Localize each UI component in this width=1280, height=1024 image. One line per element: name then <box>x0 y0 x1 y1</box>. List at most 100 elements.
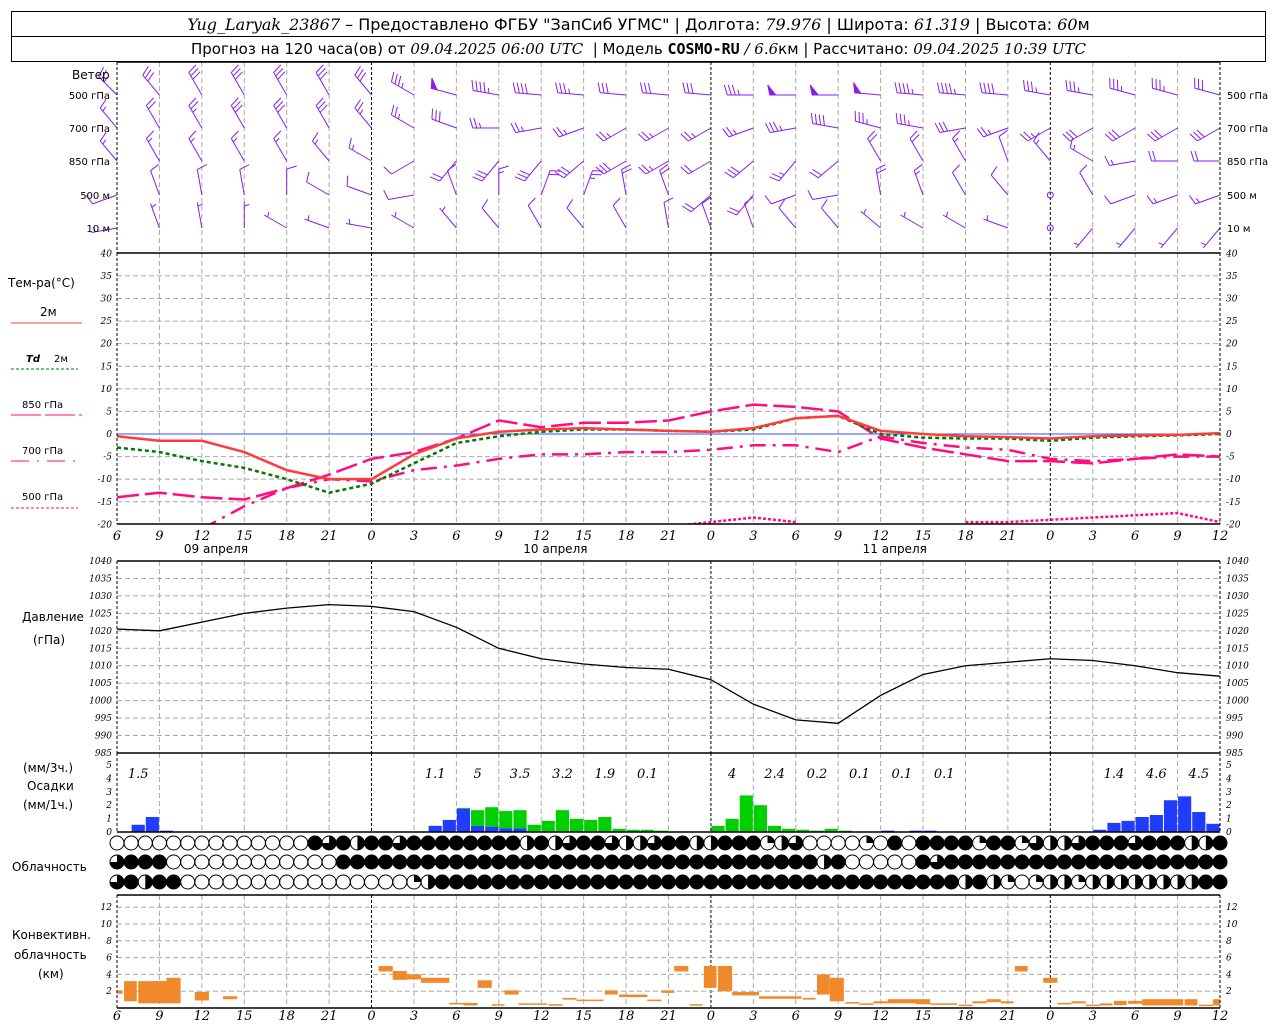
cloud-symbol <box>321 835 337 851</box>
cloud-symbol <box>1085 874 1101 890</box>
barb-full <box>514 122 521 133</box>
cloud-circle <box>335 854 351 870</box>
convective-bar <box>915 999 931 1005</box>
cloud-symbol <box>873 874 889 890</box>
cloud-symbol <box>858 874 874 890</box>
conv-tick-right: 6 <box>1226 954 1232 964</box>
hour-label-bottom: 15 <box>915 1009 932 1024</box>
cloud-symbol <box>392 874 408 890</box>
barb-half <box>401 82 404 89</box>
cloud-symbol <box>689 835 705 851</box>
precip-tick-left: 2 <box>105 801 112 811</box>
temp-tick-right: 10 <box>1226 385 1238 395</box>
wind-barb <box>682 82 711 96</box>
barb-full <box>397 75 402 87</box>
barb-half <box>487 88 490 94</box>
barb-full <box>807 189 814 200</box>
barb-full <box>1194 150 1199 162</box>
precip-bar-solid <box>1178 796 1192 832</box>
convective-bar <box>548 1004 563 1006</box>
wind-barb <box>765 121 796 134</box>
wind-barb <box>1200 227 1221 249</box>
cloud-circle <box>788 874 804 890</box>
hour-label-temp: 18 <box>278 529 295 544</box>
barb-full <box>524 83 528 94</box>
pressure-title: Давление <box>22 610 84 624</box>
cloud-symbol <box>307 854 323 870</box>
wind-level-label-right: 500 гПа <box>1227 91 1268 102</box>
convective-bar <box>406 974 422 980</box>
cloud-symbol <box>774 854 790 870</box>
cloud-symbol <box>929 874 945 890</box>
cloud-symbol <box>915 874 931 890</box>
barb-full <box>814 113 818 125</box>
pressure-tick-right: 1015 <box>1226 644 1249 654</box>
cloud-symbol <box>1127 874 1143 890</box>
cloud-circle <box>321 874 337 890</box>
cloud-symbol <box>137 854 153 870</box>
precip-bar-liquid <box>513 810 527 829</box>
cloud-symbol <box>448 835 464 851</box>
pressure-tick-left: 1015 <box>89 644 112 654</box>
barb-full <box>431 108 434 120</box>
cloud-symbol <box>703 854 719 870</box>
precip-bar-solid <box>485 826 499 832</box>
cloud-circle <box>1056 854 1072 870</box>
barb-half <box>732 129 737 135</box>
cloud-symbol <box>519 854 535 870</box>
barb-full <box>769 176 780 182</box>
hour-label-temp: 0 <box>367 529 375 544</box>
barb-full <box>1079 164 1088 173</box>
convective-bar <box>689 1004 703 1006</box>
cloud-symbol <box>222 874 238 890</box>
hour-label-bottom: 15 <box>236 1009 253 1024</box>
cloud-circle <box>689 874 705 890</box>
cloud-symbol <box>929 835 945 851</box>
cloud-symbol <box>378 854 394 870</box>
precip-bar-liquid <box>570 818 584 832</box>
cloud-circle <box>915 874 931 890</box>
cloud-circle <box>434 874 450 890</box>
cloud-symbol <box>250 854 266 870</box>
cloud-circle <box>858 854 874 870</box>
cloud-symbol <box>689 874 705 890</box>
barb-half <box>987 129 992 135</box>
cloud-symbol <box>378 835 394 851</box>
barb-full <box>987 83 991 94</box>
cloud-circle <box>816 835 832 851</box>
wind-barb <box>979 82 1008 96</box>
cloud-symbol <box>887 854 903 870</box>
cloud-circle <box>448 835 464 851</box>
cloud-symbol <box>562 854 578 870</box>
barb-full <box>591 173 602 176</box>
cloud-circle <box>632 854 648 870</box>
barb-half <box>863 208 867 215</box>
cloud-symbol <box>1170 854 1186 870</box>
cloud-symbol <box>717 835 733 851</box>
cloud-circle <box>491 874 507 890</box>
cloud-symbol <box>576 854 592 870</box>
cloud-circle <box>321 854 337 870</box>
cloud-fill <box>1064 836 1072 850</box>
cloud-fill <box>413 875 421 882</box>
hour-label-bottom: 18 <box>957 1009 974 1024</box>
barb-full <box>729 207 740 213</box>
cloud-circle <box>533 835 549 851</box>
cloud-fill <box>1191 875 1199 889</box>
cloud-symbol <box>646 835 662 851</box>
cloud-circle <box>1071 854 1087 870</box>
cloud-circle <box>463 835 479 851</box>
wind-barb <box>1109 77 1136 96</box>
cloud-symbol <box>576 835 592 851</box>
cloud-circle <box>661 874 676 890</box>
convective-bar <box>604 990 618 995</box>
cloud-fill <box>527 836 535 850</box>
precip-bar-liquid <box>499 811 513 829</box>
wind-barb <box>1104 194 1136 205</box>
cloud-symbol <box>1028 835 1044 851</box>
precip-bar-liquid <box>584 819 598 832</box>
barb-staff <box>1079 172 1094 196</box>
barb-half <box>148 137 153 143</box>
barb-full <box>498 165 509 170</box>
cloud-symbol <box>943 874 959 890</box>
